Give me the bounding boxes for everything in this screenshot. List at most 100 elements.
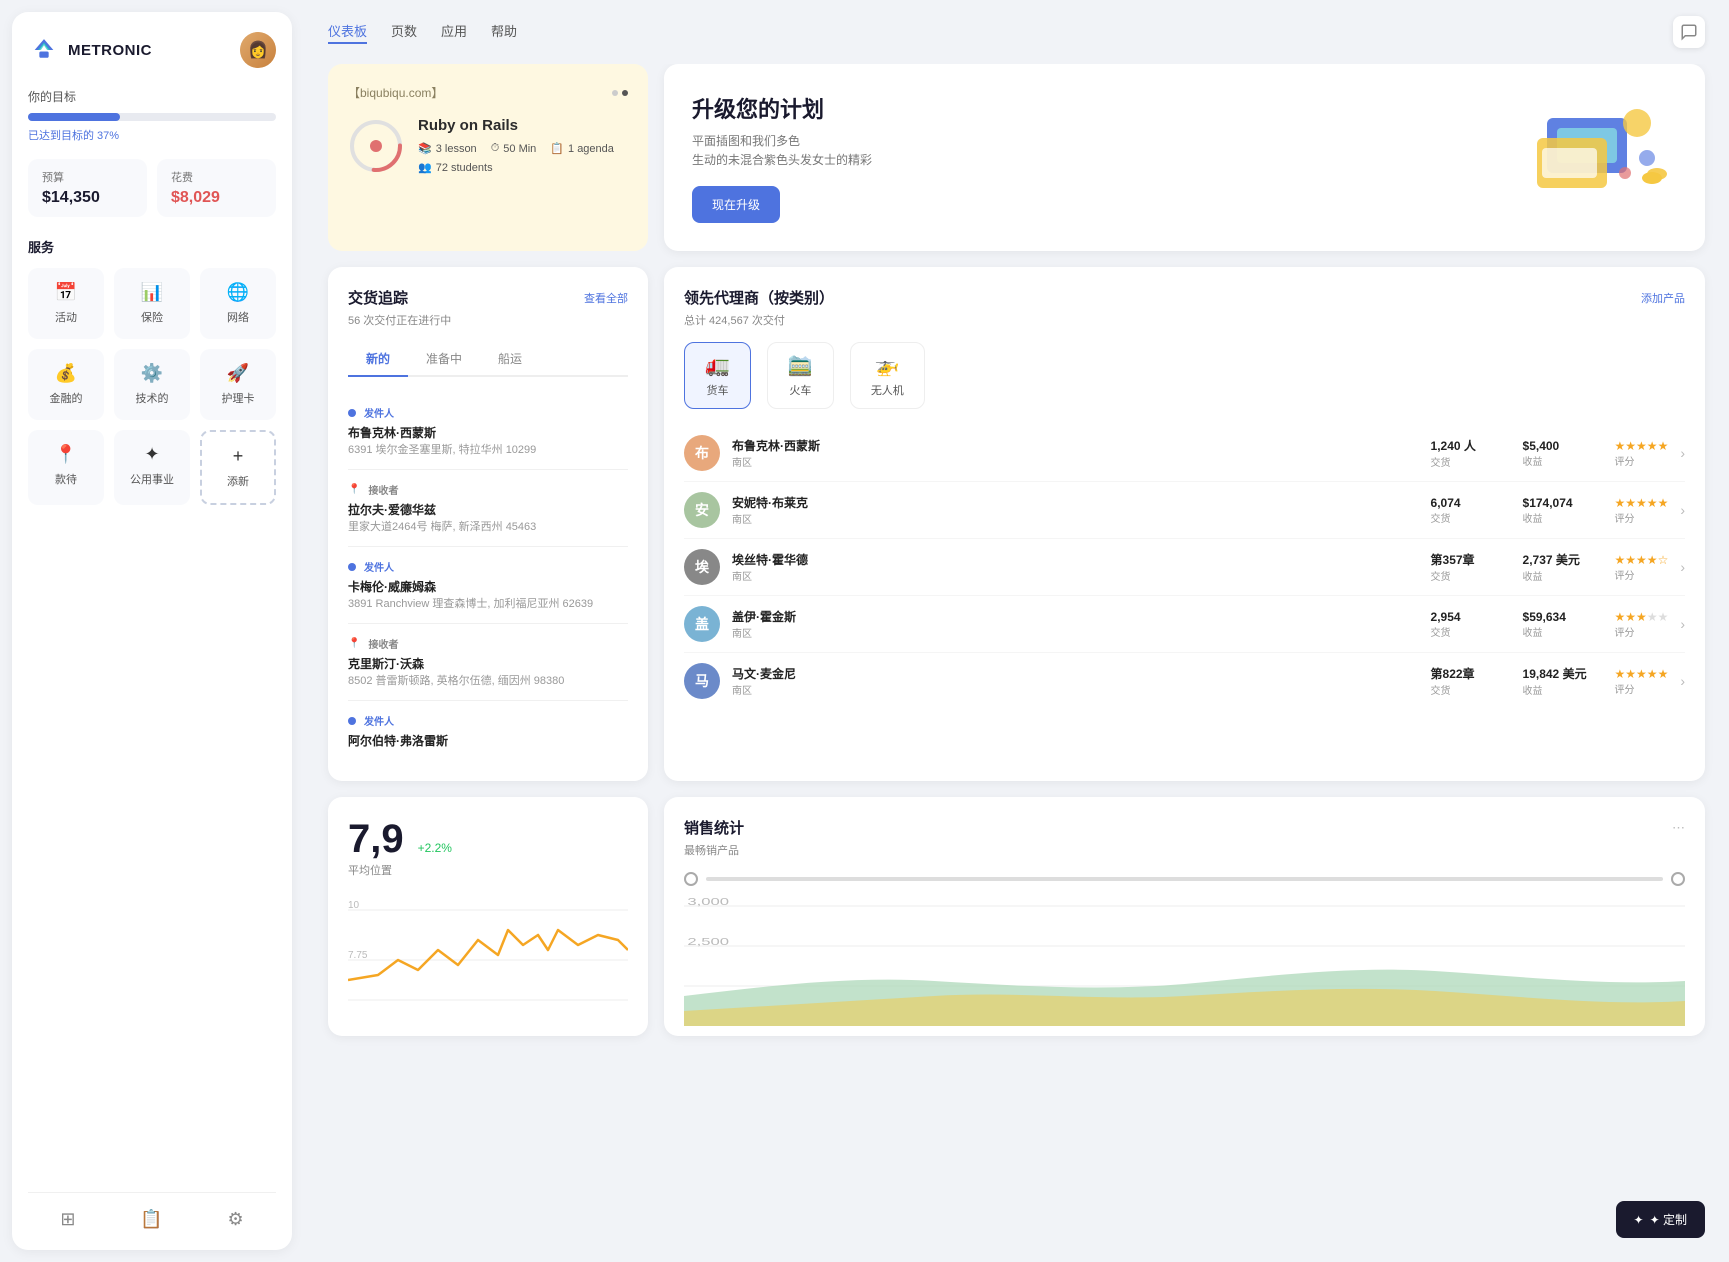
agent-revenue-1: $174,074 收益 xyxy=(1523,496,1603,525)
agenda-icon: 📋 xyxy=(550,142,564,155)
agent-card: 领先代理商（按类别） 添加产品 总计 424,567 次交付 🚛 货车 🚞 火车… xyxy=(664,267,1705,781)
agent-rating-3: ★★★★★ 评分 xyxy=(1615,610,1669,639)
tab-new[interactable]: 新的 xyxy=(348,342,408,377)
sender-addr-0: 6391 埃尔金圣塞里斯, 特拉华州 10299 xyxy=(348,441,628,457)
rev-label-2: 收益 xyxy=(1523,568,1603,583)
svg-text:7.75: 7.75 xyxy=(348,950,368,961)
nav-help[interactable]: 帮助 xyxy=(491,21,517,44)
top-nav: 仪表板 页数 应用 帮助 xyxy=(304,0,1729,64)
nav-pages[interactable]: 页数 xyxy=(391,21,417,44)
agenda-value: 1 agenda xyxy=(568,143,614,155)
expense-value: $8,029 xyxy=(171,189,262,207)
agent-name-area-0: 布鲁克林·西蒙斯 南区 xyxy=(732,437,1419,469)
svg-text:10: 10 xyxy=(348,900,360,911)
slider-left-handle[interactable] xyxy=(684,872,698,886)
dot-2 xyxy=(622,90,628,96)
main-content: 仪表板 页数 应用 帮助 【biqubiqu.com】 xyxy=(304,0,1729,1262)
plus-icon: + xyxy=(233,446,244,467)
service-icon-utilities: ✦ xyxy=(144,444,159,465)
agent-revenue-0: $5,400 收益 xyxy=(1523,439,1603,468)
service-label-activity: 活动 xyxy=(55,309,77,325)
layers-icon[interactable]: ⊞ xyxy=(60,1209,75,1230)
goal-percent: 已达到目标的 37% xyxy=(28,127,276,143)
view-all-link[interactable]: 查看全部 xyxy=(584,290,628,306)
chat-icon[interactable] xyxy=(1673,16,1705,48)
nav-apps[interactable]: 应用 xyxy=(441,21,467,44)
service-item-network[interactable]: 🌐 网络 xyxy=(200,268,276,339)
course-meta: 📚 3 lesson ⏱ 50 Min 📋 1 agenda xyxy=(418,142,628,174)
svg-text:3,000: 3,000 xyxy=(687,897,729,908)
service-item-activity[interactable]: 📅 活动 xyxy=(28,268,104,339)
lessons-value: 3 lesson xyxy=(436,143,477,155)
logo-text: METRONIC xyxy=(68,42,152,59)
add-product-button[interactable]: 添加产品 xyxy=(1641,290,1685,306)
service-label-insurance: 保险 xyxy=(141,309,163,325)
card-icon[interactable]: 📋 xyxy=(140,1209,162,1230)
stat-label-1: 交货 xyxy=(1431,510,1511,525)
service-label-hospitality: 款待 xyxy=(55,471,77,487)
cat-tab-drone[interactable]: 🚁 无人机 xyxy=(850,342,925,409)
customize-label: ✦ 定制 xyxy=(1650,1211,1687,1228)
stat-val-0: 1,240 人 xyxy=(1431,437,1511,454)
sales-menu-dots[interactable]: ⋯ xyxy=(1672,820,1685,836)
receiver-name-0: 拉尔夫·爱德华兹 xyxy=(348,501,628,518)
customize-button[interactable]: ✦ ✦ 定制 xyxy=(1616,1201,1705,1238)
agent-title: 领先代理商（按类别） xyxy=(684,287,834,308)
agent-arrow-1[interactable]: › xyxy=(1680,502,1685,518)
delivery-header: 交货追踪 查看全部 xyxy=(348,287,628,308)
receiver-addr-1: 8502 普雷斯顿路, 英格尔伍德, 缅因州 98380 xyxy=(348,672,628,688)
agent-arrow-0[interactable]: › xyxy=(1680,445,1685,461)
sender-name-1: 卡梅伦·威廉姆森 xyxy=(348,578,628,595)
agent-arrow-3[interactable]: › xyxy=(1680,616,1685,632)
slider-right-handle[interactable] xyxy=(1671,872,1685,886)
budget-card: 预算 $14,350 xyxy=(28,159,147,217)
budget-label: 预算 xyxy=(42,169,133,185)
agent-card-header: 领先代理商（按类别） 添加产品 xyxy=(684,287,1685,308)
upgrade-button[interactable]: 现在升级 xyxy=(692,186,780,223)
receiver-addr-0: 里家大道2464号 梅萨, 新泽西州 45463 xyxy=(348,518,628,534)
agent-name-area-2: 埃丝特·霍华德 南区 xyxy=(732,551,1419,583)
course-title: Ruby on Rails xyxy=(418,117,628,134)
service-item-finance[interactable]: 💰 金融的 xyxy=(28,349,104,420)
avg-trend: +2.2% xyxy=(418,841,452,855)
students-value: 72 students xyxy=(436,162,493,174)
service-label-network: 网络 xyxy=(227,309,249,325)
settings-icon[interactable]: ⚙ xyxy=(227,1209,243,1230)
sales-slider xyxy=(684,872,1685,886)
tab-shipping[interactable]: 船运 xyxy=(480,342,540,375)
cat-tab-train[interactable]: 🚞 火车 xyxy=(767,342,834,409)
agent-subtitle: 总计 424,567 次交付 xyxy=(684,312,1685,328)
agent-name-1: 安妮特·布莱克 xyxy=(732,494,1419,511)
service-item-hospitality[interactable]: 📍 款待 xyxy=(28,430,104,505)
service-item-carecard[interactable]: 🚀 护理卡 xyxy=(200,349,276,420)
agent-avatar-0: 布 xyxy=(684,435,720,471)
delivery-item-0: 发件人 布鲁克林·西蒙斯 6391 埃尔金圣塞里斯, 特拉华州 10299 xyxy=(348,393,628,470)
service-item-tech[interactable]: ⚙️ 技术的 xyxy=(114,349,190,420)
agent-arrow-2[interactable]: › xyxy=(1680,559,1685,575)
stat-label-0: 交货 xyxy=(1431,454,1511,469)
service-label-add: 添新 xyxy=(227,473,249,489)
rating-label-0: 评分 xyxy=(1615,453,1669,468)
agent-avatar-3: 盖 xyxy=(684,606,720,642)
agent-avatar-1: 安 xyxy=(684,492,720,528)
agent-row-4: 马 马文·麦金尼 南区 第822章 交货 19,842 美元 收益 xyxy=(684,653,1685,709)
service-item-add[interactable]: + 添新 xyxy=(200,430,276,505)
cat-tab-truck[interactable]: 🚛 货车 xyxy=(684,342,751,409)
tab-preparing[interactable]: 准备中 xyxy=(408,342,480,375)
dot-1 xyxy=(612,90,618,96)
progress-bar xyxy=(28,113,276,121)
agent-name-area-3: 盖伊·霍金斯 南区 xyxy=(732,608,1419,640)
meta-duration: ⏱ 50 Min xyxy=(491,142,537,155)
delivery-item-4: 发件人 阿尔伯特·弗洛雷斯 xyxy=(348,701,628,761)
budget-row: 预算 $14,350 花费 $8,029 xyxy=(28,159,276,217)
role-sender-2: 发件人 xyxy=(348,713,628,728)
stat-val-1: 6,074 xyxy=(1431,496,1511,510)
stars-0: ★★★★★ xyxy=(1615,439,1669,453)
mini-chart: 10 7.75 xyxy=(348,890,628,1010)
service-item-utilities[interactable]: ✦ 公用事业 xyxy=(114,430,190,505)
nav-dashboard[interactable]: 仪表板 xyxy=(328,21,367,44)
stat-label-2: 交货 xyxy=(1431,568,1511,583)
agent-arrow-4[interactable]: › xyxy=(1680,673,1685,689)
agent-name-area-1: 安妮特·布莱克 南区 xyxy=(732,494,1419,526)
service-item-insurance[interactable]: 📊 保险 xyxy=(114,268,190,339)
